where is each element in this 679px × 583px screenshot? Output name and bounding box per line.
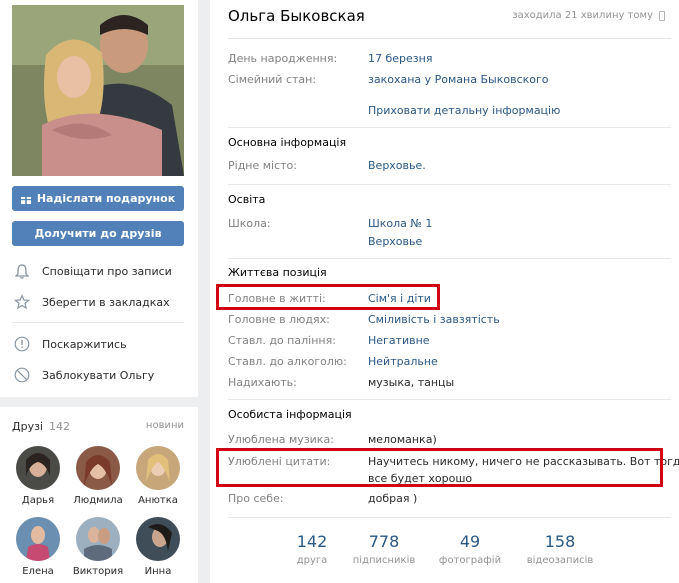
family-label: Сімейний стан: [228,73,317,86]
hide-details-link[interactable]: Приховати детальну інформацію [368,104,560,117]
highlight-box [216,448,663,487]
main-info-title: Основна інформація [228,136,347,149]
report-label: Поскаржитись [42,337,127,351]
hometown-value[interactable]: Верховье. [368,159,426,172]
header-divider [228,38,671,39]
counter-label: підписників [352,555,416,566]
counters-divider [228,517,671,518]
send-gift-label: Надіслати подарунок [36,192,176,205]
star-icon [12,292,32,312]
personal-info-title: Особиста інформація [228,408,352,421]
avatar [16,517,60,561]
friends-count: 142 [49,420,70,433]
avatar [16,446,60,490]
family-value[interactable]: закохана у Романа Быковского [368,73,549,86]
friend-item[interactable]: Елена [9,517,67,577]
profile-photo-image [12,5,184,176]
friend-item[interactable]: Инна [129,517,187,577]
avatar [136,517,180,561]
inspire-value: музыка, танцы [368,376,455,389]
friends-title: Друзі [12,420,43,433]
inspire-label: Надихають: [228,376,297,389]
smoking-value[interactable]: Негативне [368,334,430,347]
counter-value: 778 [368,532,400,551]
bookmark-action[interactable]: Зберегти в закладках [12,292,170,312]
avatar [76,446,120,490]
section-divider [228,184,671,185]
send-gift-button[interactable]: Надіслати подарунок [12,186,184,211]
friends-panel: Друзі 142 новини Дарья Людмила Анютка Еле… [0,407,198,583]
counter-videos[interactable]: 158 відеозаписів [515,532,605,566]
alcohol-label: Ставл. до алкоголю: [228,355,347,368]
highlight-box [216,284,440,310]
friend-name: Инна [144,566,172,577]
friend-item[interactable]: Виктория [69,517,127,577]
education-title: Освіта [228,193,266,206]
about-label: Про себе: [228,492,284,505]
school-label: Школа: [228,217,271,230]
birthday-label: День народження: [228,52,338,65]
avatar [76,517,120,561]
alcohol-value[interactable]: Нейтральне [368,355,438,368]
counter-value: 49 [459,532,481,551]
friends-news-link[interactable]: новини [146,420,184,431]
actions-divider [12,322,184,323]
notify-posts-label: Сповіщати про записи [42,264,172,278]
section-divider [228,127,671,128]
counter-photos[interactable]: 49 фотографій [425,532,515,566]
friend-item[interactable]: Дарья [9,446,67,506]
smoking-label: Ставл. до паління: [228,334,336,347]
friend-name: Виктория [72,566,124,577]
school-city[interactable]: Верховье [368,235,422,248]
notify-posts-action[interactable]: Сповіщати про записи [12,261,172,281]
profile-left-panel: Надіслати подарунок Долучити до друзів С… [0,0,198,397]
school-value[interactable]: Школа № 1 [368,217,432,230]
friend-name: Елена [22,566,54,577]
counter-followers[interactable]: 778 підписників [339,532,429,566]
counter-label: фотографій [438,555,502,566]
add-friend-label: Долучити до друзів [34,227,162,240]
add-friend-button[interactable]: Долучити до друзів [12,221,184,246]
block-icon [12,365,32,385]
bell-icon [12,261,32,281]
friend-name: Дарья [21,495,55,506]
block-user-action[interactable]: Заблокувати Ольгу [12,365,154,385]
section-divider [228,258,671,259]
gift-icon [20,194,31,204]
main-in-people-value[interactable]: Сміливість і завзятість [368,313,500,326]
section-divider [228,399,671,400]
life-position-title: Життєва позиція [228,266,327,279]
about-value: добрая ) [368,492,418,505]
block-user-label: Заблокувати Ольгу [42,368,155,382]
profile-info-panel: Ольга Быковская заходила 21 хвилину тому… [210,0,679,583]
friend-item[interactable]: Людмила [69,446,127,506]
report-action[interactable]: Поскаржитись [12,334,127,354]
bookmark-label: Зберегти в закладках [42,295,170,309]
avatar [136,446,180,490]
music-value: меломанка) [368,433,437,446]
warning-icon [12,334,32,354]
friends-header[interactable]: Друзі 142 [12,420,70,433]
profile-name: Ольга Быковская [228,7,365,25]
online-status: заходила 21 хвилину тому [512,10,653,21]
profile-photo[interactable] [12,5,184,176]
counter-value: 158 [544,532,576,551]
friend-item[interactable]: Анютка [129,446,187,506]
friend-name: Людмила [73,495,123,506]
profile-counters: 142 друга 778 підписників 49 фотографій … [210,520,679,583]
birthday-value[interactable]: 17 березня [368,52,432,65]
music-label: Улюблена музика: [228,433,334,446]
main-in-people-label: Головне в людях: [228,313,330,326]
mobile-icon [659,11,665,21]
hometown-label: Рідне місто: [228,159,297,172]
counter-label: відеозаписів [526,555,594,566]
friend-name: Анютка [138,495,178,506]
